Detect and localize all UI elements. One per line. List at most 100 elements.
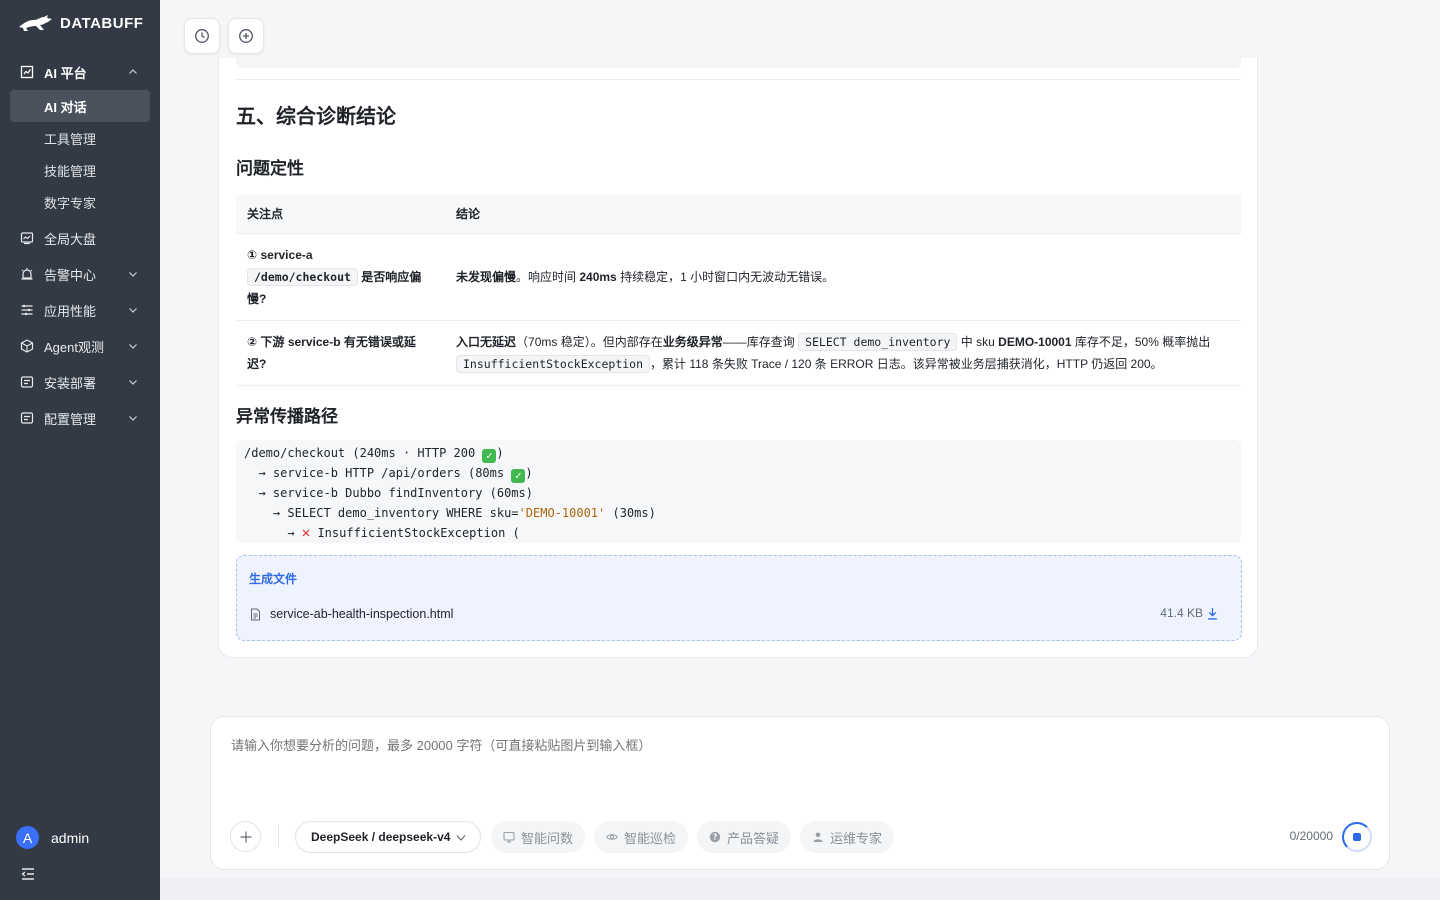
sidebar-item-label: 安装部署 (44, 375, 97, 391)
subsection-problem-title: 问题定性 (236, 159, 304, 178)
sidebar-subitem-tools[interactable]: 工具管理 (0, 122, 160, 154)
code-text: → SELECT demo_inventory WHERE sku= (244, 506, 519, 520)
model-selector[interactable]: DeepSeek / deepseek-v4 (295, 821, 482, 853)
history-button[interactable] (184, 18, 220, 54)
plus-circle-icon (239, 29, 253, 43)
sidebar-subitem-skills[interactable]: 技能管理 (0, 154, 160, 186)
chip-label: 运维专家 (830, 830, 883, 846)
message-input[interactable] (231, 738, 1131, 753)
table-row: ① service-a /demo/checkout 是否响应偏慢? 未发现偏慢… (236, 233, 1241, 321)
brand-logo[interactable]: DATABUFF (18, 14, 143, 32)
table-cell-conclusion: 入口无延迟（70ms 稳定）。但内部存在业务级异常——库存查询 SELECT d… (445, 320, 1241, 386)
chevron-down-icon (129, 308, 137, 313)
cell-bold: 入口无延迟 (456, 334, 517, 349)
collapse-sidebar-icon[interactable] (20, 866, 36, 882)
stop-icon (1353, 833, 1361, 841)
eye-icon (606, 834, 618, 840)
code-text: InsufficientStockException ( (310, 526, 520, 540)
inline-code: SELECT demo_inventory (798, 332, 958, 351)
cross-mark-icon: ✕ (301, 525, 311, 541)
code-line: → service-b Dubbo findInventory (60ms) (244, 486, 533, 500)
inline-code: InsufficientStockException (456, 354, 651, 373)
footer-band (160, 878, 1440, 900)
cell-text: （70ms 稳定）。但内部存在 (516, 334, 663, 349)
stop-generation-button[interactable] (1342, 822, 1372, 852)
sidebar-item-config[interactable]: 配置管理 (0, 400, 160, 436)
svg-text:?: ? (713, 833, 717, 842)
clock-icon (195, 29, 209, 43)
sidebar-item-deploy[interactable]: 安装部署 (0, 364, 160, 400)
table-header-conclusion: 结论 (445, 195, 1241, 234)
sidebar-item-label: 告警中心 (44, 267, 97, 283)
subsection-path-title: 异常传播路径 (236, 407, 338, 426)
chat-composer: DeepSeek / deepseek-v4 智能问数 智能巡检 ? 产品答疑 … (210, 716, 1390, 870)
brand-name: DATABUFF (60, 14, 144, 32)
dashboard-icon (20, 231, 34, 245)
file-item[interactable]: service-ab-health-inspection.html 41.4 K… (249, 604, 1229, 624)
code-text: ) (525, 466, 533, 480)
user-name: admin (51, 829, 90, 846)
chip-smart-query[interactable]: 智能问数 (491, 821, 586, 853)
chart-icon (503, 831, 515, 843)
sidebar-item-dashboard[interactable]: 全局大盘 (0, 220, 160, 256)
table-header-focus: 关注点 (236, 195, 445, 234)
download-icon[interactable] (1206, 607, 1219, 620)
check-mark-icon: ✓ (482, 449, 497, 463)
panther-logo-icon (19, 15, 52, 31)
sidebar-subitem-ai-chat[interactable]: AI 对话 (10, 90, 150, 122)
sidebar-item-label: Agent观测 (44, 339, 104, 355)
sidebar-item-alarm-center[interactable]: 告警中心 (0, 256, 160, 292)
chip-ops-expert[interactable]: 运维专家 (800, 821, 895, 853)
cube-icon (20, 339, 34, 353)
chip-product-qa[interactable]: ? 产品答疑 (697, 821, 792, 853)
cell-text: 中 sku (957, 334, 999, 349)
deploy-icon (20, 375, 34, 389)
alarm-icon (20, 267, 34, 281)
user-profile[interactable]: A admin (16, 826, 89, 849)
cell-text: ，累计 118 条失败 Trace / 120 条 ERROR 日志。该异常被业… (650, 356, 1163, 371)
code-line: /demo/checkout (240ms · HTTP 200 ✓) (244, 443, 1233, 463)
section-divider (236, 79, 1241, 80)
new-chat-button[interactable] (228, 18, 264, 54)
char-counter: 0/20000 (1289, 829, 1333, 843)
plus-icon (240, 831, 251, 842)
cell-text: ① service-a (247, 247, 313, 262)
file-icon (251, 608, 260, 620)
chip-label: 产品答疑 (727, 830, 780, 846)
chevron-up-icon (129, 69, 137, 74)
conclusion-table: 关注点 结论 ① service-a /demo/checkout 是否响应偏慢… (236, 195, 1241, 386)
chart-edit-icon (20, 65, 34, 79)
table-cell-focus: ① service-a /demo/checkout 是否响应偏慢? (236, 233, 445, 321)
cell-bold: 未发现偏慢 (456, 269, 517, 284)
code-text: ) (496, 446, 504, 460)
code-line: → service-b HTTP /api/orders (80ms ✓) (244, 463, 1233, 483)
generated-files-panel: 生成文件 service-ab-health-inspection.html 4… (236, 555, 1242, 641)
file-size: 41.4 KB (1160, 606, 1203, 620)
code-string: 'DEMO-10001' (518, 506, 606, 520)
chip-label: 智能问数 (521, 830, 574, 846)
table-row: ② 下游 service-b 有无错误或延迟? 入口无延迟（70ms 稳定）。但… (236, 320, 1241, 386)
apm-icon (20, 303, 34, 317)
code-line: → SELECT demo_inventory WHERE sku='DEMO-… (244, 503, 1233, 523)
table-cell-conclusion: 未发现偏慢。响应时间 240ms 持续稳定，1 小时窗口内无波动无错误。 (445, 233, 1241, 321)
cell-text: 。响应时间 (516, 269, 580, 284)
sidebar: DATABUFF AI 平台 AI 对话 工具管理 技能管理 数字专家 全局大盘… (0, 0, 160, 900)
check-mark-icon: ✓ (511, 469, 526, 483)
sidebar-item-ai-platform[interactable]: AI 平台 (0, 54, 160, 90)
cell-text: ——库存查询 (722, 334, 799, 349)
attach-button[interactable] (230, 821, 261, 852)
chevron-down-icon (129, 272, 137, 277)
sidebar-item-apm[interactable]: 应用性能 (0, 292, 160, 328)
propagation-code-block: /demo/checkout (240ms · HTTP 200 ✓) → se… (236, 440, 1241, 543)
sidebar-item-agent-observe[interactable]: Agent观测 (0, 328, 160, 364)
sidebar-subitem-digital-experts[interactable]: 数字专家 (0, 186, 160, 218)
section-title: 五、综合诊断结论 (236, 106, 396, 128)
table-header-row: 关注点 结论 (236, 195, 1241, 234)
chevron-down-icon (456, 835, 466, 841)
previous-content-clip (236, 58, 1241, 68)
chip-smart-inspection[interactable]: 智能巡检 (594, 821, 689, 853)
code-text: (30ms) (605, 506, 656, 520)
sidebar-item-label: AI 平台 (44, 65, 87, 81)
table-cell-focus: ② 下游 service-b 有无错误或延迟? (236, 320, 445, 386)
generated-files-title: 生成文件 (249, 572, 298, 586)
